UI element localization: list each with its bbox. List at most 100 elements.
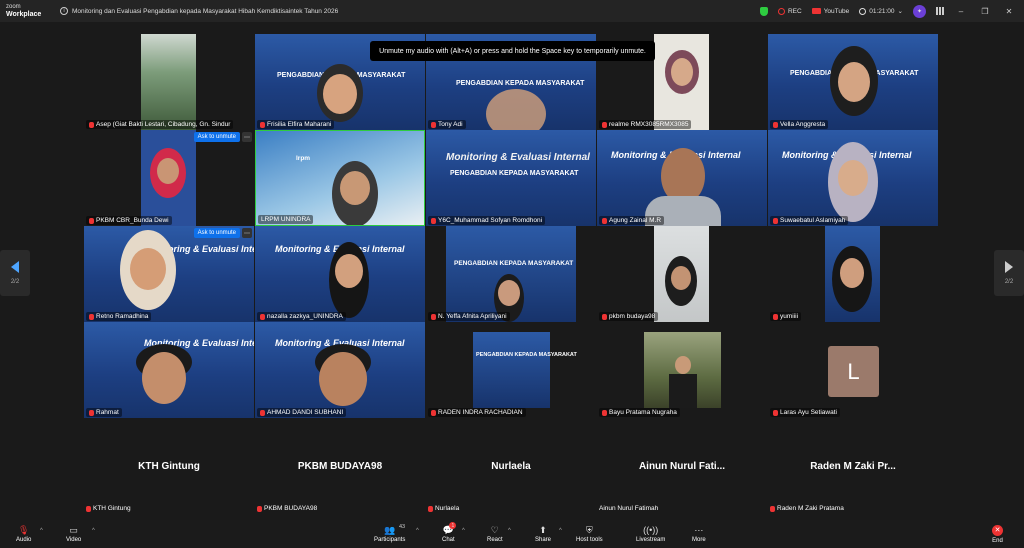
view-grid-icon[interactable] (936, 7, 944, 15)
participant-name: Retno Ramadhina (86, 312, 152, 321)
video-tile[interactable]: Monitoring & Evaluasi Internal PENGABDIA… (426, 130, 596, 226)
participant-name: Agung Zainal M.R (599, 216, 665, 225)
minimize-window-icon[interactable]: – (954, 7, 968, 16)
participant-name: Tony Adi (428, 120, 466, 129)
chat-options-caret[interactable]: ^ (462, 528, 465, 534)
participant-face (675, 356, 691, 374)
restore-window-icon[interactable]: ❐ (978, 7, 992, 16)
audio-options-caret[interactable]: ^ (40, 528, 43, 534)
host-tools-button[interactable]: ⛨ Host tools (576, 524, 603, 544)
participant-name: Bayu Pratama Nugraha (599, 408, 680, 417)
mic-muted-icon (431, 313, 436, 320)
participant-name: KTH Gintung (86, 505, 131, 512)
youtube-stream-button[interactable]: YouTube (811, 8, 849, 15)
mic-muted-icon (770, 505, 775, 512)
share-button[interactable]: ⬆ Share (535, 525, 551, 544)
participant-face (157, 158, 179, 184)
encryption-shield-icon[interactable] (759, 6, 768, 16)
video-tile[interactable]: PENGABDIAN KEPADA MASYARAKAT N. Yeffa Af… (426, 226, 596, 322)
mic-muted-icon (773, 409, 778, 416)
record-icon (777, 7, 785, 15)
video-tile[interactable]: Monitoring & Evaluasi Internal Rahmat (84, 322, 254, 418)
livestream-icon: ((•)) (643, 525, 659, 535)
more-options-icon[interactable]: ⋯ (242, 132, 252, 142)
next-page-button[interactable]: 2/2 (994, 250, 1024, 296)
close-window-icon[interactable]: ✕ (1002, 7, 1016, 16)
microphone-muted-icon: 🎙 (17, 524, 30, 535)
video-tile[interactable]: PENGABDIAN KEPADA MASYARAKAT RADEN INDRA… (426, 322, 596, 418)
meeting-title[interactable]: i Monitoring dan Evaluasi Pengabdian kep… (60, 7, 760, 15)
slide-subtitle: PENGABDIAN KEPADA MASYARAKAT (450, 170, 579, 177)
video-tile[interactable]: pkbm budaya98 (597, 226, 767, 322)
react-options-caret[interactable]: ^ (508, 528, 511, 534)
mic-muted-icon (602, 313, 607, 320)
participant-name: Frisilia Elfira Maharani (257, 120, 335, 129)
participant-name: Laras Ayu Setiawati (770, 408, 840, 417)
more-button[interactable]: ⋯ More (692, 525, 706, 544)
record-button[interactable]: REC (777, 7, 802, 15)
participants-options-caret[interactable]: ^ (416, 528, 419, 534)
audio-participant-title: KTH Gintung (138, 461, 200, 472)
heart-icon: ♡ (490, 524, 499, 535)
meeting-timer[interactable]: 01:21:00 ⌄ (859, 7, 903, 15)
chat-button[interactable]: 💬 1 Chat (442, 522, 457, 543)
info-icon[interactable]: i (60, 7, 68, 15)
mic-muted-icon (260, 121, 265, 128)
participant-name: Nurlaela (428, 505, 459, 512)
participant-name: Asep (Giat Bakti Lestari, Cibadung, Gn. … (86, 120, 234, 129)
participant-name: N. Yeffa Afnita Apriliyani (428, 312, 510, 321)
participant-video (141, 34, 196, 130)
audio-participant-title: Raden M Zaki Pr... (810, 461, 896, 472)
previous-page-button[interactable]: 2/2 (0, 250, 30, 296)
video-tile[interactable]: Monitoring & Evaluasi Internal Agung Zai… (597, 130, 767, 226)
participant-face (340, 171, 370, 205)
participant-name: PKBM CBR_Bunda Dewi (86, 216, 172, 225)
ai-companion-icon[interactable]: ✦ (913, 4, 926, 18)
mic-muted-icon (602, 121, 607, 128)
mic-muted-icon (428, 505, 433, 512)
participant-face (142, 352, 186, 404)
livestream-button[interactable]: ((•)) Livestream (636, 525, 665, 543)
mic-muted-icon (260, 409, 265, 416)
participant-name: Raden M Zaki Pratama (770, 505, 844, 512)
video-tile-active-speaker[interactable]: lrpm LRPM UNINDRA (255, 130, 425, 226)
video-options-caret[interactable]: ^ (92, 528, 95, 534)
mic-muted-icon (89, 313, 94, 320)
participant-name: AHMAD DANDI SUBHANI (257, 408, 347, 417)
video-tile[interactable]: Monitoring & Evaluasi Internal Suwaebatu… (768, 130, 938, 226)
mic-muted-icon (773, 217, 778, 224)
mic-muted-icon (86, 505, 91, 512)
video-tile[interactable]: L Laras Ayu Setiawati (768, 322, 938, 418)
video-tile[interactable]: Ask to unmute ⋯ PKBM CBR_Bunda Dewi (84, 130, 254, 226)
participant-face (838, 160, 868, 196)
participant-face (498, 280, 520, 306)
participant-name: Suwaebatul Aslamiyah (770, 216, 849, 225)
video-tile[interactable]: Bayu Pratama Nugraha (597, 322, 767, 418)
more-options-icon[interactable]: ⋯ (242, 228, 252, 238)
title-bar: zoom Workplace i Monitoring dan Evaluasi… (0, 0, 1024, 22)
mic-muted-icon (260, 313, 265, 320)
audio-participant-title: PKBM BUDAYA98 (297, 461, 383, 472)
arrow-right-icon (1005, 261, 1013, 273)
shield-icon: ⛨ (585, 524, 593, 535)
camera-icon: ▭ (69, 524, 78, 535)
participant-name: Rahmat (86, 408, 122, 417)
participant-name: LRPM UNINDRA (258, 215, 314, 224)
video-tile[interactable]: Monitoring & Evaluasi Internal Ask to un… (84, 226, 254, 322)
video-tile[interactable]: Asep (Giat Bakti Lestari, Cibadung, Gn. … (84, 34, 254, 130)
video-button[interactable]: ▭ Video (66, 524, 81, 544)
share-options-caret[interactable]: ^ (559, 528, 562, 534)
video-tile[interactable]: yumiiii (768, 226, 938, 322)
audio-participant-title: Nurlaela (491, 461, 531, 472)
ask-to-unmute-button[interactable]: Ask to unmute (193, 132, 240, 142)
video-tile[interactable]: Monitoring & Evaluasi Internal AHMAD DAN… (255, 322, 425, 418)
participant-face (671, 58, 693, 86)
participant-face (319, 352, 367, 406)
audio-button[interactable]: 🎙 Audio (16, 524, 31, 544)
video-tile[interactable]: PENGABDIAN KEPADA MASYARAKAT Vella Anggr… (768, 34, 938, 130)
end-meeting-button[interactable]: ✕ End (992, 524, 1003, 544)
video-tile[interactable]: Monitoring & Evaluasi Internal nazalla z… (255, 226, 425, 322)
ask-to-unmute-button[interactable]: Ask to unmute (193, 228, 240, 238)
chat-unread-badge: 1 (449, 522, 457, 529)
react-button[interactable]: ♡ React (487, 524, 503, 544)
